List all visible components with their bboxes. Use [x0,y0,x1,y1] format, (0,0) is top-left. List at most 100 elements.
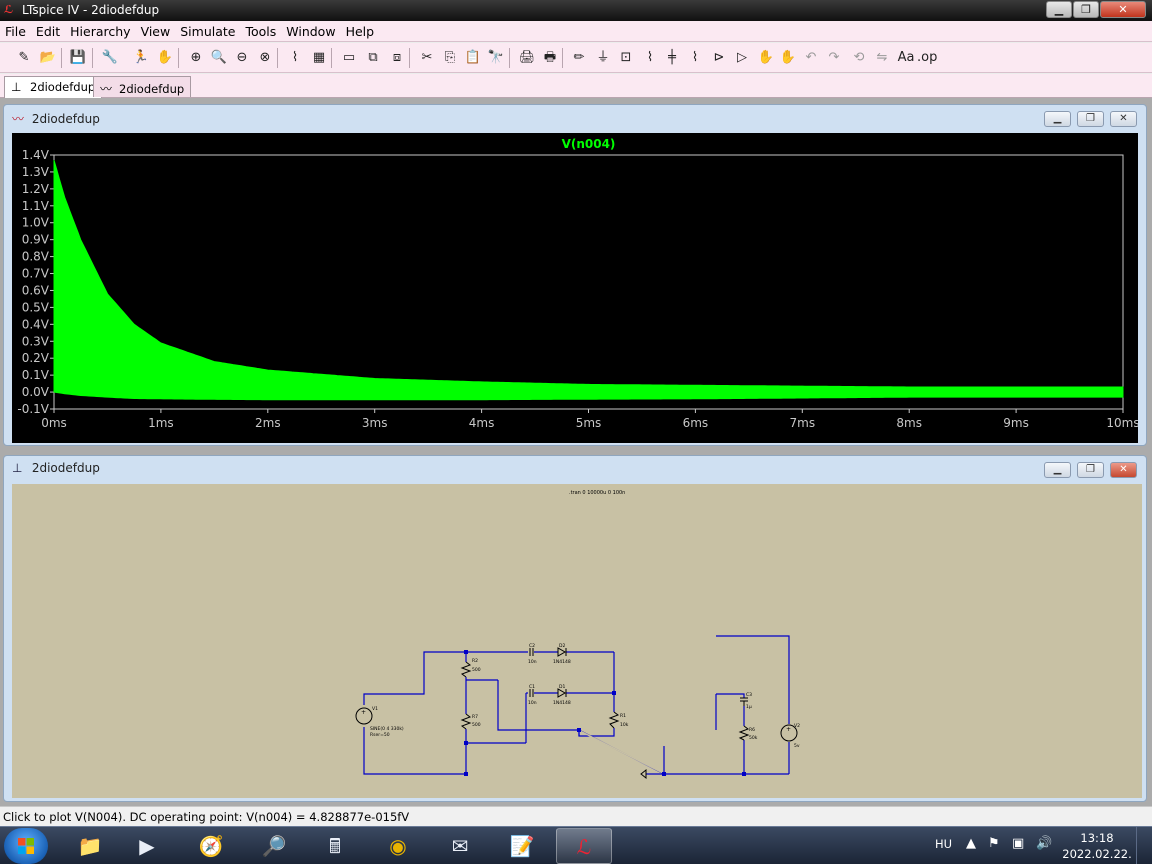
ltspice-taskbar-icon[interactable]: ℒ [556,828,612,864]
schematic-close-button[interactable]: ✕ [1110,462,1137,478]
x-tick-label: 0ms [41,416,67,430]
svg-text:500: 500 [472,722,481,728]
search-files-icon[interactable]: 🔎 [246,828,302,864]
show-desktop-button[interactable] [1136,827,1152,864]
paste-icon[interactable]: 📋 [463,48,483,68]
waveform-chart[interactable]: V(n004) 1.4V 1.3V 1.2V 1.1V 1.0V 0.9V 0.8V 0.7V 0… [12,133,1138,443]
schematic-drawing[interactable]: .tran 0 10000u 0 100n + + V1 SINE(0 4 33… [12,484,1142,798]
schematic-components[interactable]: + + [355,647,798,780]
start-button[interactable] [4,828,48,864]
close-button[interactable]: ✕ [1100,1,1146,18]
document-tab-bar: ⊥ 2diodefdup 〰 2diodefdup [0,74,1152,98]
cascade-icon[interactable]: ⧉ [363,48,383,68]
halt-icon[interactable]: ✋ [155,48,175,68]
minimize-button[interactable]: ▁ [1046,1,1072,18]
svg-text:5v: 5v [794,743,800,749]
grid-icon[interactable]: ▦ [309,48,329,68]
menu-tools[interactable]: Tools [240,21,281,39]
text-icon[interactable]: Aa [896,48,916,68]
drag-icon[interactable]: ✋ [778,48,798,68]
x-tick-label: 3ms [362,416,388,430]
waveform-maximize-button[interactable]: ❐ [1077,111,1104,127]
component-icon[interactable]: ▷ [732,48,752,68]
waveform-window-titlebar: 〰 2diodefdup [12,110,100,128]
volume-icon[interactable]: 🔊 [1036,836,1052,851]
move-icon[interactable]: ✋ [756,48,776,68]
trace-label[interactable]: V(n004) [562,137,616,151]
capacitor-icon[interactable]: ╪ [662,48,682,68]
menu-help[interactable]: Help [341,21,380,39]
y-tick-label: 0.0V [22,385,50,399]
resistor-icon[interactable]: ⌇ [640,48,660,68]
schematic-canvas[interactable]: .tran 0 10000u 0 100n + + V1 SINE(0 4 33… [12,484,1142,798]
spice-directive[interactable]: .tran 0 10000u 0 100n [569,490,625,496]
ltspice-logo-icon: ℒ [4,3,14,16]
zoom-pan-icon[interactable]: 🔍 [209,48,229,68]
media-player-icon[interactable]: ▶ [119,828,175,864]
tab-waveform[interactable]: 〰 2diodefdup [93,76,192,97]
zoom-fit-icon[interactable]: ⊗ [255,48,275,68]
undo-icon[interactable]: ↶ [801,48,821,68]
waveform-window[interactable]: 〰 2diodefdup ▁ ❐ ✕ V(n004) 1.4V 1.3V 1.2V 1.… [3,104,1147,446]
zoom-out-icon[interactable]: ⊖ [232,48,252,68]
schematic-wires[interactable] [363,635,790,775]
copy-icon[interactable]: ⎘ [440,48,460,68]
svg-text:C2: C2 [529,643,535,649]
svg-text:1N4148: 1N4148 [553,700,571,706]
svg-text:10n: 10n [528,659,537,665]
schematic-window[interactable]: ⊥ 2diodefdup ▁ ❐ ✕ .tran 0 10000u 0 100n [3,455,1147,802]
menu-view[interactable]: View [136,21,176,39]
network-icon[interactable]: ▣ [1012,836,1024,851]
schematic-minimize-button[interactable]: ▁ [1044,462,1071,478]
spice-directive-icon[interactable]: .op [917,48,937,68]
find-icon[interactable]: 🔭 [486,48,506,68]
save-icon[interactable]: 💾 [68,48,88,68]
print-setup-icon[interactable]: 🖨 [517,48,537,68]
maximize-button[interactable]: ❐ [1073,1,1099,18]
zoom-in-icon[interactable]: ⊕ [186,48,206,68]
open-icon[interactable]: 📂 [38,48,58,68]
mirror-icon[interactable]: ⇋ [872,48,892,68]
notepad-icon[interactable]: 📝 [494,828,550,864]
menu-window[interactable]: Window [281,21,340,39]
y-tick-label: 0.1V [22,368,50,382]
ground-icon[interactable]: ⏚ [593,48,613,68]
mail-icon[interactable]: ✉ [432,828,488,864]
rotate-icon[interactable]: ⟲ [849,48,869,68]
show-hidden-icons-icon[interactable]: ▲ [966,836,976,851]
print-icon[interactable]: 🖶 [540,48,560,68]
tab-schematic[interactable]: ⊥ 2diodefdup [4,76,103,98]
chrome-icon[interactable]: ◉ [370,828,426,864]
schematic-maximize-button[interactable]: ❐ [1077,462,1104,478]
redo-icon[interactable]: ↷ [824,48,844,68]
autorange-icon[interactable]: ⌇ [285,48,305,68]
menu-hierarchy[interactable]: Hierarchy [65,21,135,39]
run-icon[interactable]: 🏃 [131,48,151,68]
menu-edit[interactable]: Edit [31,21,65,39]
control-panel-icon[interactable]: 🔧 [100,48,120,68]
windows-logo-icon [18,838,34,854]
inductor-icon[interactable]: ⌇ [685,48,705,68]
junction-dots [464,650,746,776]
menu-file[interactable]: File [0,21,31,39]
language-indicator[interactable]: HU [935,837,952,851]
menu-simulate[interactable]: Simulate [175,21,240,39]
waveform-plot-area[interactable]: V(n004) 1.4V 1.3V 1.2V 1.1V 1.0V 0.9V 0.8V 0.7V 0… [12,133,1138,443]
diode-icon[interactable]: ⊳ [709,48,729,68]
waveform-close-button[interactable]: ✕ [1110,111,1137,127]
trace-v-n004[interactable] [53,159,1124,401]
tile-vertical-icon[interactable]: ⧈ [387,48,407,68]
safari-icon[interactable]: 🧭 [183,828,239,864]
action-center-flag-icon[interactable]: ⚑ [988,836,1000,851]
explorer-icon[interactable]: 📁 [62,828,118,864]
toolbar-separator [277,48,278,68]
calculator-icon[interactable]: 🖩 [307,828,363,864]
new-schematic-icon[interactable]: ✎ [14,48,34,68]
wire-icon[interactable]: ✏ [569,48,589,68]
label-icon[interactable]: ⊡ [616,48,636,68]
waveform-window-title: 2diodefdup [31,112,100,126]
clock[interactable]: 13:18 2022.02.22. [1062,830,1132,862]
tile-horizontal-icon[interactable]: ▭ [339,48,359,68]
waveform-minimize-button[interactable]: ▁ [1044,111,1071,127]
cut-icon[interactable]: ✂ [417,48,437,68]
